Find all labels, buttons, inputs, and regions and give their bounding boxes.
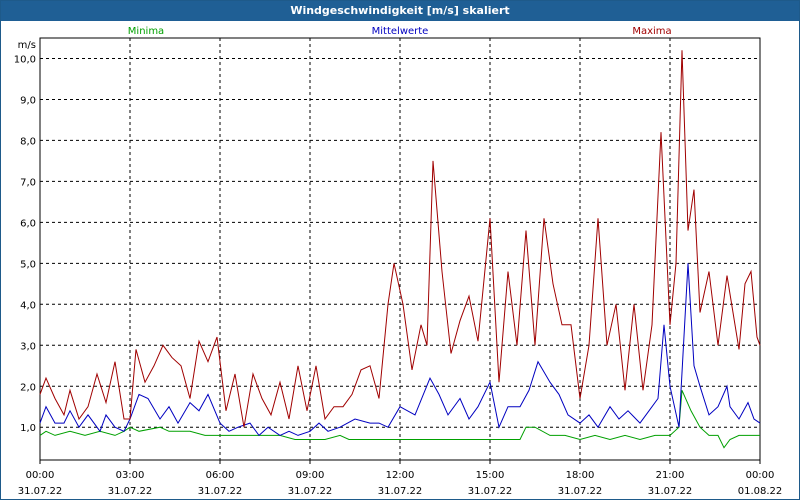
x-tick-date: 31.07.22: [648, 486, 693, 497]
y-axis-label: m/s: [18, 40, 36, 51]
y-tick-label: 9,0: [20, 95, 36, 106]
x-tick-time: 18:00: [566, 470, 595, 481]
x-tick-date: 31.07.22: [198, 486, 243, 497]
x-tick-time: 06:00: [206, 470, 235, 481]
x-tick-time: 12:00: [386, 470, 415, 481]
y-tick-label: 5,0: [20, 259, 36, 270]
legend-minima: Minima: [128, 26, 164, 37]
x-tick-date: 31.07.22: [18, 486, 63, 497]
grid: [40, 38, 760, 460]
y-tick-label: 1,0: [20, 423, 36, 434]
y-tick-label: 2,0: [20, 382, 36, 393]
x-tick-date: 31.07.22: [558, 486, 603, 497]
x-tick-time: 00:00: [26, 470, 55, 481]
x-tick-time: 21:00: [656, 470, 685, 481]
x-tick-date: 01.08.22: [738, 486, 783, 497]
wind-speed-chart: 1,0 2,0 3,0 4,0 5,0 6,0 7,0 8,0 9,0 10,0 00:00 31.0…: [14, 26, 783, 497]
y-tick-label: 4,0: [20, 300, 36, 311]
x-tick-time: 09:00: [296, 470, 325, 481]
legend-maxima: Maxima: [632, 26, 671, 37]
y-tick-label: 7,0: [20, 177, 36, 188]
x-tick-date: 31.07.22: [108, 486, 153, 497]
x-tick-date: 31.07.22: [378, 486, 423, 497]
y-tick-label: 10,0: [14, 54, 36, 65]
x-tick-time: 03:00: [116, 470, 145, 481]
x-tick-time: 15:00: [476, 470, 505, 481]
y-tick-label: 8,0: [20, 136, 36, 147]
y-tick-label: 6,0: [20, 218, 36, 229]
x-tick-date: 31.07.22: [288, 486, 333, 497]
x-tick-time: 00:00: [746, 470, 775, 481]
x-tick-date: 31.07.22: [468, 486, 513, 497]
y-tick-label: 3,0: [20, 341, 36, 352]
legend-mittelwerte: Mittelwerte: [372, 26, 429, 37]
